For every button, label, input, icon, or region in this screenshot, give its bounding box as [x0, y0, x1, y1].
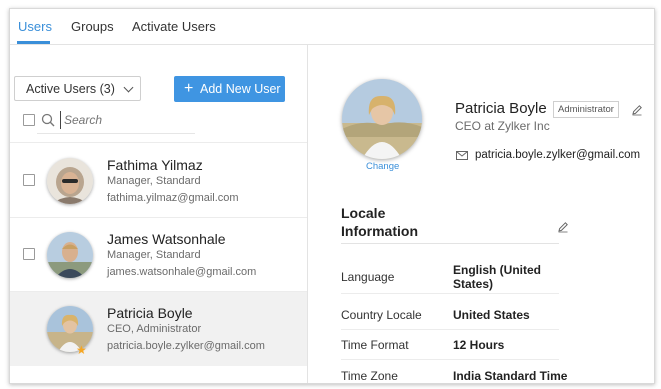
tab-groups[interactable]: Groups — [71, 19, 114, 34]
add-new-user-button[interactable]: + Add New User — [174, 76, 285, 102]
plus-icon: + — [184, 80, 194, 97]
user-name: Patricia Boyle — [107, 305, 193, 321]
user-detail-pane: Change Patricia Boyle Administrator CEO … — [308, 45, 654, 383]
locale-label-language: Language — [341, 270, 395, 284]
chevron-down-icon — [123, 82, 134, 93]
users-panel: Users Groups Activate Users Active Users… — [9, 8, 655, 384]
locale-label-time-format: Time Format — [341, 338, 409, 352]
locale-label-country: Country Locale — [341, 308, 422, 322]
locale-section-title: Locale Information — [341, 205, 418, 239]
avatar — [47, 158, 93, 204]
profile-name: Patricia Boyle — [455, 100, 547, 117]
user-list-item[interactable]: Fathima Yilmaz Manager, Standard fathima… — [10, 144, 307, 218]
locale-value-time-zone: India Standard Time — [453, 369, 568, 383]
add-new-user-label: Add New User — [200, 82, 281, 96]
user-filter-label: Active Users (3) — [26, 82, 115, 96]
user-email: patricia.boyle.zylker@gmail.com — [107, 340, 265, 352]
active-tab-indicator — [17, 41, 50, 44]
user-name: Fathima Yilmaz — [107, 157, 203, 173]
locale-value-time-format: 12 Hours — [453, 338, 505, 352]
avatar — [47, 232, 93, 278]
row-divider — [341, 293, 559, 294]
user-checkbox[interactable] — [23, 174, 35, 186]
user-checkbox[interactable] — [23, 248, 35, 260]
locale-label-time-zone: Time Zone — [341, 369, 398, 383]
search-icon — [41, 113, 55, 127]
tab-activate-users[interactable]: Activate Users — [132, 19, 216, 34]
star-icon: ★ — [76, 343, 87, 357]
user-list-pane: Active Users (3) + Add New User Search F… — [10, 45, 308, 383]
user-email: fathima.yilmaz@gmail.com — [107, 192, 239, 204]
search-underline — [37, 133, 195, 134]
search-input[interactable] — [60, 111, 199, 129]
profile-avatar — [342, 79, 422, 159]
user-email: james.watsonhale@gmail.com — [107, 266, 257, 278]
row-divider — [341, 359, 559, 360]
tab-bar: Users Groups Activate Users — [10, 9, 654, 45]
change-photo-link[interactable]: Change — [366, 161, 399, 172]
profile-email: patricia.boyle.zylker@gmail.com — [475, 149, 641, 161]
list-divider — [10, 142, 307, 143]
user-role: CEO, Administrator — [107, 323, 202, 335]
user-list-item-selected[interactable]: ★ Patricia Boyle CEO, Administrator patr… — [10, 292, 307, 366]
role-badge: Administrator — [553, 101, 619, 118]
user-filter-dropdown[interactable]: Active Users (3) — [14, 76, 141, 101]
user-name: James Watsonhale — [107, 231, 226, 247]
locale-value-country: United States — [453, 308, 530, 322]
section-divider — [341, 243, 559, 244]
user-role: Manager, Standard — [107, 175, 201, 187]
profile-title: CEO at Zylker Inc — [455, 119, 550, 133]
select-all-checkbox[interactable] — [23, 114, 35, 126]
locale-value-language: English (United States) — [453, 263, 541, 291]
edit-locale-icon[interactable] — [557, 221, 569, 233]
user-role: Manager, Standard — [107, 249, 201, 261]
tab-users[interactable]: Users — [18, 19, 52, 34]
edit-profile-icon[interactable] — [631, 104, 643, 116]
row-divider — [341, 329, 559, 330]
user-list-item[interactable]: James Watsonhale Manager, Standard james… — [10, 218, 307, 292]
mail-icon — [456, 151, 468, 160]
